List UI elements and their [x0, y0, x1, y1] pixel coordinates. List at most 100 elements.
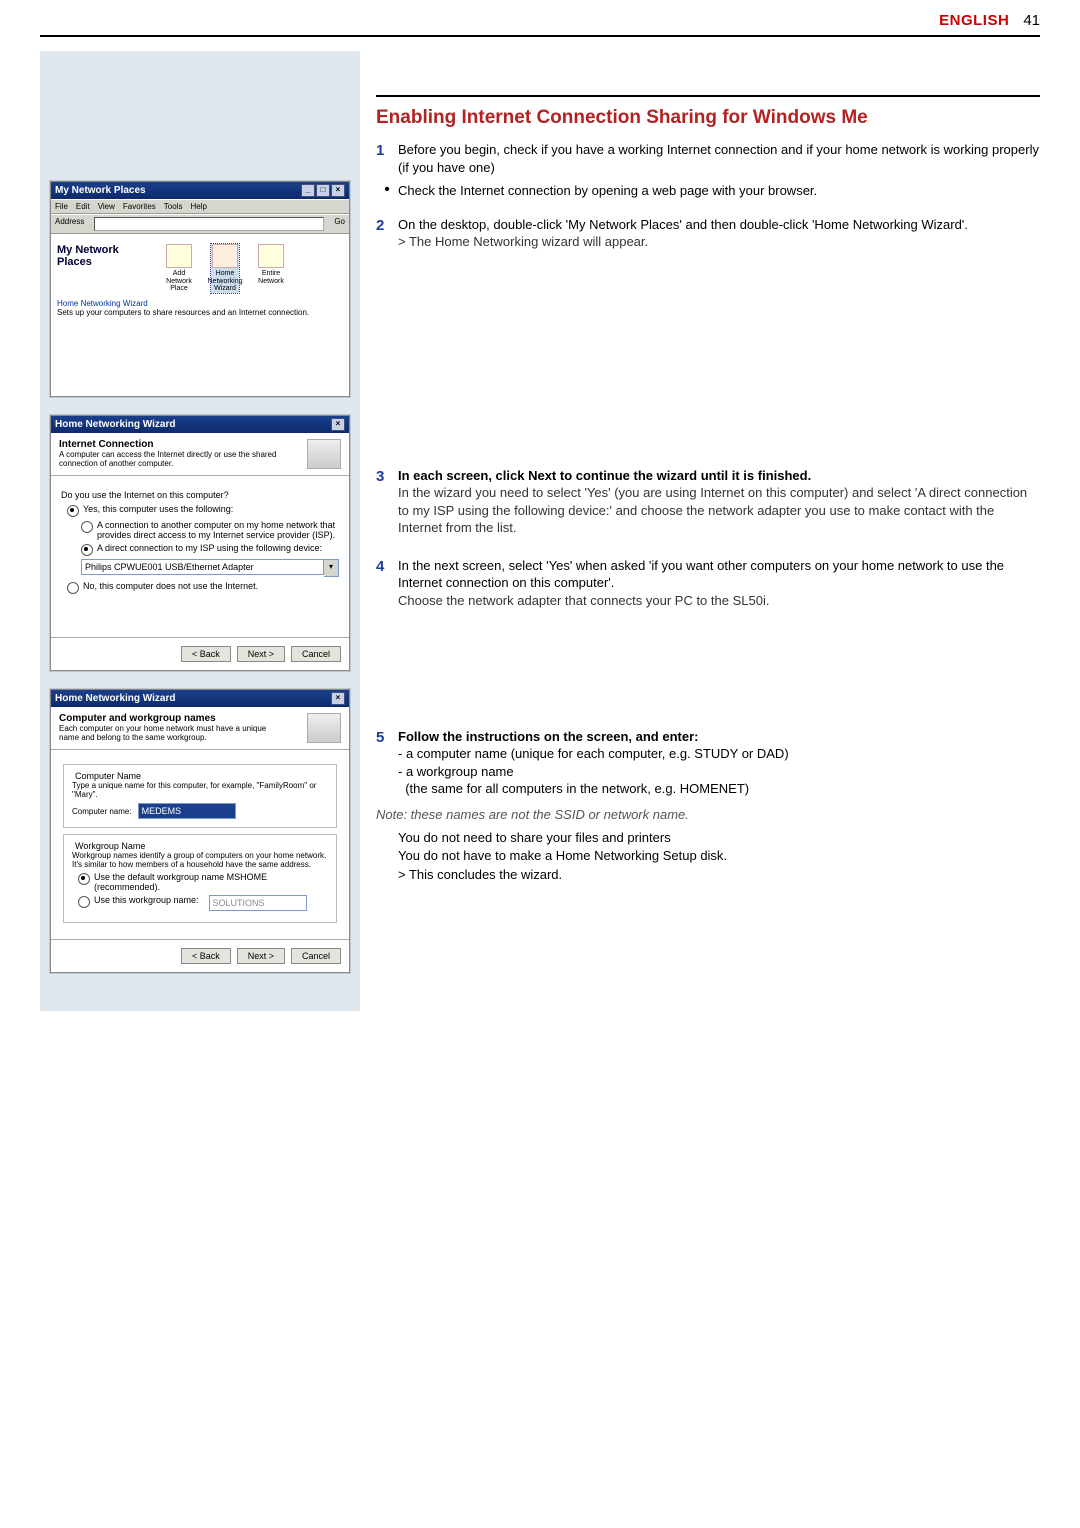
wizard-panel-title: Internet Connection: [59, 439, 279, 450]
step-1: 1 Before you begin, check if you have a …: [376, 141, 1040, 176]
address-label: Address: [55, 217, 84, 231]
close-icon[interactable]: ×: [331, 418, 345, 431]
window-title: Home Networking Wizard: [55, 693, 175, 704]
go-button[interactable]: Go: [334, 217, 345, 231]
menu-view[interactable]: View: [98, 202, 115, 211]
step-text: In the next screen, select 'Yes' when as…: [398, 558, 1004, 591]
step-number: 1: [376, 141, 398, 176]
bullet-text: Check the Internet connection by opening…: [398, 182, 1040, 200]
address-input[interactable]: [94, 217, 324, 231]
group-hint: Workgroup names identify a group of comp…: [72, 851, 328, 869]
step-line3: (the same for all computers in the netwo…: [398, 781, 749, 796]
wizard-body: Computer Name Type a unique name for thi…: [51, 750, 349, 939]
wizard-buttons: < Back Next > Cancel: [51, 637, 349, 670]
steps: 1 Before you begin, check if you have a …: [376, 141, 1040, 884]
maximize-icon[interactable]: □: [316, 184, 330, 197]
titlebar: Home Networking Wizard ×: [51, 416, 349, 433]
titlebar: Home Networking Wizard ×: [51, 690, 349, 707]
step-2: 2 On the desktop, double-click 'My Netwo…: [376, 216, 1040, 251]
closing-l1: You do not need to share your files and …: [398, 830, 671, 845]
radio-direct-isp[interactable]: A direct connection to my ISP using the …: [61, 543, 339, 556]
cancel-button[interactable]: Cancel: [291, 646, 341, 662]
next-button[interactable]: Next >: [237, 948, 285, 964]
step-number: 2: [376, 216, 398, 251]
workgroup-name-input[interactable]: [209, 895, 307, 911]
radio-icon: [78, 873, 90, 885]
menu-bar: File Edit View Favorites Tools Help: [51, 199, 349, 214]
menu-tools[interactable]: Tools: [164, 202, 183, 211]
wizard-panel-title: Computer and workgroup names: [59, 713, 279, 724]
titlebar: My Network Places _ □ ×: [51, 182, 349, 199]
radio-icon: [78, 896, 90, 908]
page-number: 41: [1023, 12, 1040, 29]
selected-item-name: Home Networking Wizard: [57, 299, 343, 308]
closing-lines: You do not need to share your files and …: [398, 829, 1040, 884]
step-1-bullet: • Check the Internet connection by openi…: [376, 182, 1040, 200]
close-icon[interactable]: ×: [331, 692, 345, 705]
computer-name-label: Computer name:: [72, 807, 132, 816]
instructions-column: Enabling Internet Connection Sharing for…: [376, 51, 1040, 1011]
radio-icon: [81, 544, 93, 556]
close-icon[interactable]: ×: [331, 184, 345, 197]
chevron-down-icon[interactable]: ▾: [324, 559, 339, 577]
group-title: Computer Name: [72, 771, 144, 781]
group-computer-name: Computer Name Type a unique name for thi…: [63, 764, 337, 828]
radio-custom-workgroup[interactable]: Use this workgroup name:: [72, 895, 328, 911]
device-combo-value[interactable]: [81, 559, 324, 575]
radio-no[interactable]: No, this computer does not use the Inter…: [61, 581, 339, 594]
menu-file[interactable]: File: [55, 202, 68, 211]
wizard-panel-subtitle: A computer can access the Internet direc…: [59, 450, 279, 468]
icon-add-network-place[interactable]: Add Network Place: [165, 244, 193, 293]
radio-yes[interactable]: Yes, this computer uses the following:: [61, 504, 339, 517]
next-button[interactable]: Next >: [237, 646, 285, 662]
wizard-icon: [307, 439, 341, 469]
step-4: 4 In the next screen, select 'Yes' when …: [376, 557, 1040, 610]
wizard-buttons: < Back Next > Cancel: [51, 939, 349, 972]
step-sub: > The Home Networking wizard will appear…: [398, 234, 648, 249]
menu-edit[interactable]: Edit: [76, 202, 90, 211]
window-my-network-places: My Network Places _ □ × File Edit View F…: [50, 181, 350, 397]
step-sub: In the wizard you need to select 'Yes' (…: [398, 485, 1027, 535]
radio-icon: [67, 505, 79, 517]
wizard-question: Do you use the Internet on this computer…: [61, 490, 339, 500]
group-title: Workgroup Name: [72, 841, 148, 851]
closing-l3: > This concludes the wizard.: [398, 867, 562, 882]
menu-favorites[interactable]: Favorites: [123, 202, 156, 211]
step-text: Before you begin, check if you have a wo…: [398, 141, 1040, 176]
icon-row: My Network Places Add Network Place Home…: [57, 244, 343, 293]
step-sub: Choose the network adapter that connects…: [398, 593, 769, 608]
icon-entire-network[interactable]: Entire Network: [257, 244, 285, 285]
window-controls: _ □ ×: [301, 184, 345, 197]
device-combo[interactable]: ▾: [81, 559, 339, 577]
group-hint: Type a unique name for this computer, fo…: [72, 781, 328, 799]
radio-default-workgroup[interactable]: Use the default workgroup name MSHOME (r…: [72, 872, 328, 892]
minimize-icon[interactable]: _: [301, 184, 315, 197]
menu-help[interactable]: Help: [190, 202, 206, 211]
window-wizard-names: Home Networking Wizard × Computer and wo…: [50, 689, 350, 973]
screenshots-column: My Network Places _ □ × File Edit View F…: [40, 51, 360, 1011]
wizard-header: Internet Connection A computer can acces…: [51, 433, 349, 476]
cancel-button[interactable]: Cancel: [291, 948, 341, 964]
step-bold: In each screen, click Next to continue t…: [398, 468, 811, 483]
bullet-icon: •: [376, 182, 398, 200]
back-button[interactable]: < Back: [181, 646, 231, 662]
sidebar-title: My Network Places: [57, 244, 147, 268]
language-label: ENGLISH: [939, 12, 1009, 29]
section-title: Enabling Internet Connection Sharing for…: [376, 107, 1040, 129]
window-title: My Network Places: [55, 185, 146, 196]
step-line2: - a workgroup name: [398, 764, 514, 779]
wizard-panel-subtitle: Each computer on your home network must …: [59, 724, 279, 742]
radio-another-computer[interactable]: A connection to another computer on my h…: [61, 520, 339, 540]
icon-home-networking-wizard[interactable]: Home Networking Wizard: [211, 244, 239, 293]
radio-icon: [67, 582, 79, 594]
window-wizard-internet-connection: Home Networking Wizard × Internet Connec…: [50, 415, 350, 671]
computer-name-input[interactable]: [138, 803, 236, 819]
step-text: On the desktop, double-click 'My Network…: [398, 217, 968, 232]
group-workgroup-name: Workgroup Name Workgroup names identify …: [63, 834, 337, 923]
note-text: Note: these names are not the SSID or ne…: [376, 806, 1040, 824]
wizard-icon: [307, 713, 341, 743]
back-button[interactable]: < Back: [181, 948, 231, 964]
step-line1: - a computer name (unique for each compu…: [398, 746, 789, 761]
page: ENGLISH 41 My Network Places _ □ × File: [0, 0, 1080, 1051]
address-bar: Address Go: [51, 214, 349, 234]
